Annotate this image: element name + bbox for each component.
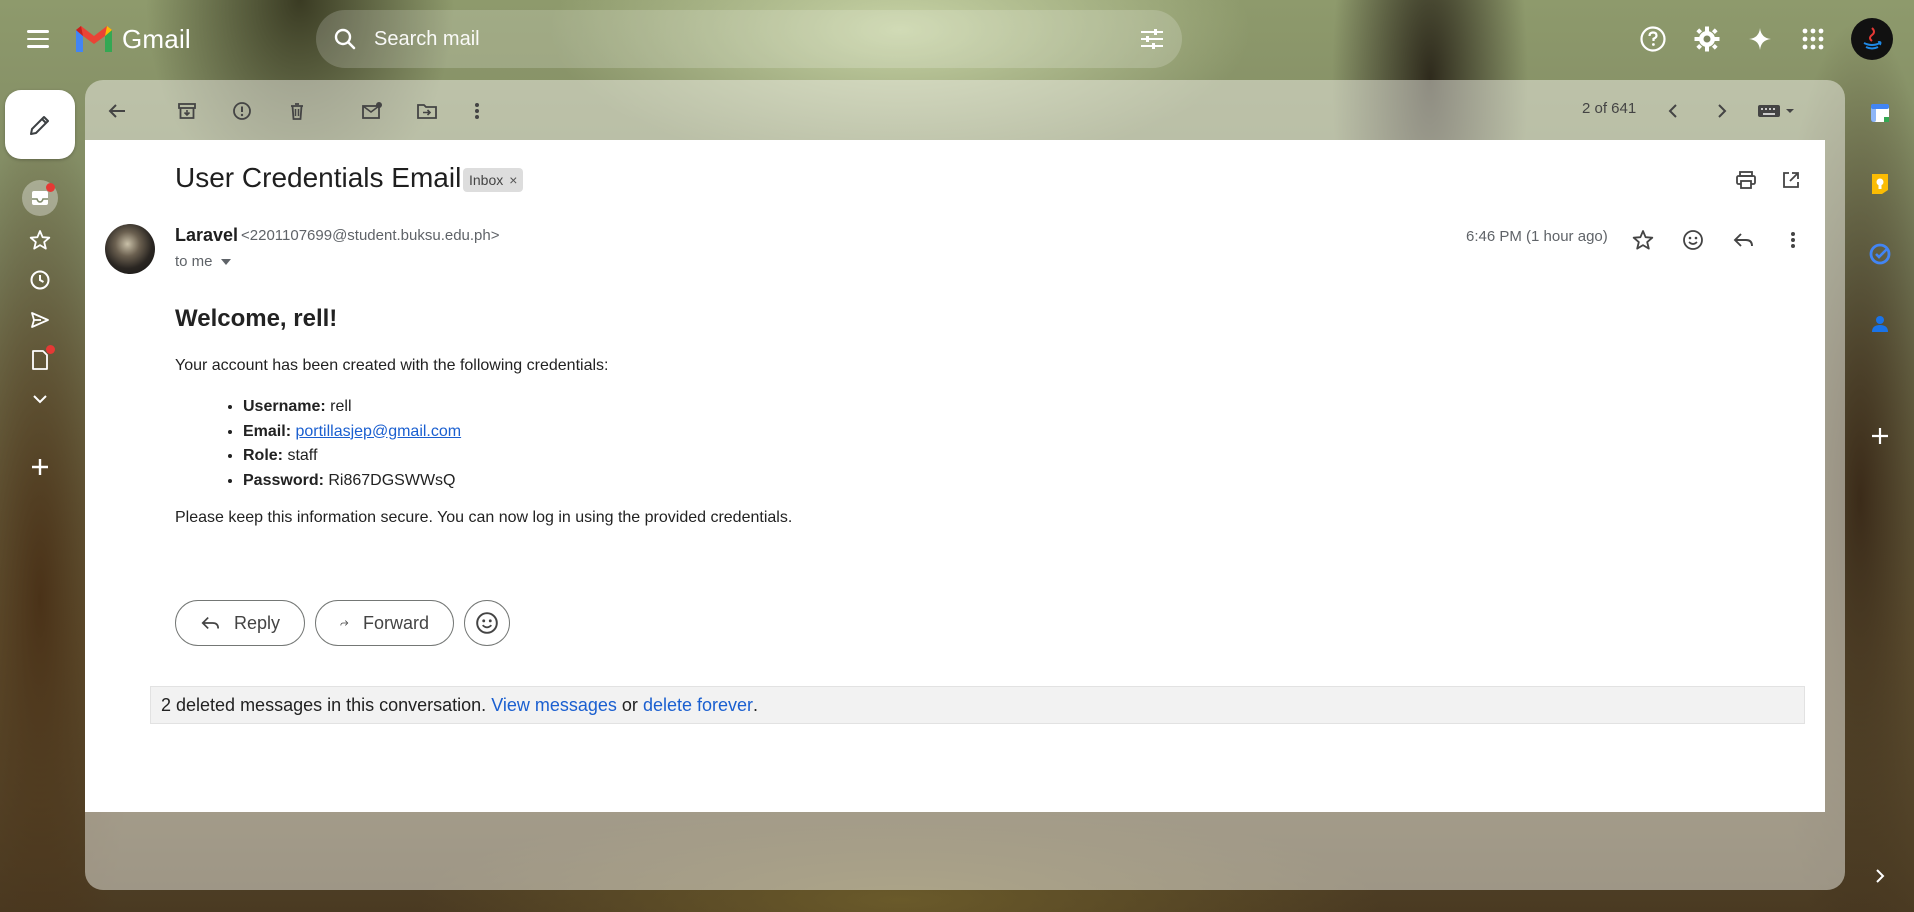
- add-label-icon[interactable]: [22, 449, 58, 485]
- drafts-icon[interactable]: [22, 342, 58, 378]
- contacts-icon[interactable]: [1862, 306, 1898, 342]
- older-icon[interactable]: [1705, 94, 1739, 128]
- credential-email: Email: portillasjep@gmail.com: [243, 420, 792, 445]
- delete-icon[interactable]: [280, 94, 314, 128]
- or-text: or: [621, 694, 638, 715]
- search-options-icon[interactable]: [1122, 10, 1182, 68]
- email-timestamp: 6:46 PM (1 hour ago): [1466, 228, 1608, 245]
- sent-icon[interactable]: [22, 302, 58, 338]
- gemini-icon[interactable]: [1740, 19, 1780, 59]
- starred-icon[interactable]: [22, 222, 58, 258]
- email-outro: Please keep this information secure. You…: [175, 509, 793, 526]
- credential-role: Role: staff: [243, 444, 792, 469]
- report-spam-icon[interactable]: [225, 94, 259, 128]
- inbox-label-chip[interactable]: Inbox ×: [463, 168, 524, 192]
- apps-grid-icon[interactable]: [1793, 19, 1833, 59]
- sender-name[interactable]: Laravel: [175, 225, 238, 246]
- reply-arrow-icon: [201, 616, 220, 630]
- keep-icon[interactable]: [1862, 166, 1898, 202]
- credential-value: Ri867DGSWWsQ: [328, 471, 456, 489]
- unread-dot: [46, 183, 55, 192]
- reply-label: Reply: [233, 612, 280, 633]
- sender-email: <2201107699@student.buksu.edu.ph>: [241, 227, 500, 244]
- reply-icon[interactable]: [1725, 222, 1761, 258]
- account-avatar[interactable]: [1851, 18, 1893, 60]
- snoozed-icon[interactable]: [22, 262, 58, 298]
- support-icon[interactable]: [1633, 19, 1673, 59]
- email-body: Welcome, rell! Your account has been cre…: [175, 305, 792, 527]
- label-chip-text: Inbox: [469, 172, 504, 188]
- more-vert-icon[interactable]: [460, 94, 494, 128]
- deleted-notice-text: 2 deleted messages in this conversation.: [161, 694, 487, 715]
- search-bar: [316, 10, 1182, 68]
- forward-button[interactable]: Forward: [315, 600, 454, 646]
- message-card: User Credentials Email Inbox × Laravel <…: [85, 140, 1825, 812]
- caret-down-icon: [220, 258, 231, 265]
- main-menu-button[interactable]: [20, 22, 60, 56]
- archive-icon[interactable]: [170, 94, 204, 128]
- message-more-icon[interactable]: [1775, 222, 1811, 258]
- deleted-messages-notice: 2 deleted messages in this conversation.…: [150, 686, 1805, 724]
- credential-label: Role:: [243, 447, 283, 464]
- search-icon[interactable]: [316, 10, 374, 68]
- credential-label: Email:: [243, 422, 292, 440]
- remove-label-icon[interactable]: ×: [509, 172, 517, 188]
- app-name: Gmail: [122, 23, 191, 54]
- message-frame: 2 of 641 User Credentials Email Inbox × …: [85, 80, 1845, 890]
- back-icon[interactable]: [100, 94, 134, 128]
- emoji-reaction-button[interactable]: [464, 600, 510, 646]
- recipient-label: to me: [175, 253, 213, 270]
- java-logo-icon: [1863, 27, 1882, 50]
- smiley-icon: [476, 612, 498, 634]
- credential-username: Username: rell: [243, 395, 792, 420]
- search-input[interactable]: [374, 27, 1122, 51]
- more-icon[interactable]: [22, 381, 58, 417]
- compose-button[interactable]: [5, 90, 75, 159]
- sender-avatar[interactable]: [105, 224, 155, 274]
- credential-label: Username:: [243, 398, 326, 415]
- gmail-logo[interactable]: Gmail: [74, 20, 191, 58]
- settings-icon[interactable]: [1687, 19, 1727, 59]
- credential-email-link[interactable]: portillasjep@gmail.com: [295, 423, 461, 440]
- period-text: .: [753, 694, 759, 715]
- credential-value: rell: [330, 398, 352, 415]
- top-bar: Gmail: [0, 0, 1914, 78]
- view-messages-link[interactable]: View messages: [491, 695, 617, 716]
- email-intro: Your account has been created with the f…: [175, 357, 609, 374]
- delete-forever-link[interactable]: delete forever: [643, 695, 753, 716]
- tasks-icon[interactable]: [1862, 236, 1898, 272]
- open-in-new-window-icon[interactable]: [1773, 162, 1809, 198]
- calendar-icon[interactable]: [1862, 95, 1898, 131]
- star-icon[interactable]: [1625, 222, 1661, 258]
- print-icon[interactable]: [1728, 162, 1764, 198]
- forward-label: Forward: [362, 612, 429, 633]
- add-reaction-icon[interactable]: [1675, 222, 1711, 258]
- credentials-list: Username: rell Email: portillasjep@gmail…: [243, 395, 792, 493]
- newer-icon[interactable]: [1656, 94, 1690, 128]
- add-addon-icon[interactable]: [1862, 418, 1898, 454]
- move-to-icon[interactable]: [410, 94, 444, 128]
- message-toolbar: 2 of 641: [85, 80, 1845, 140]
- email-subject: User Credentials Email: [175, 162, 462, 193]
- email-greeting: Welcome, rell!: [175, 305, 338, 332]
- credential-password: Password: Ri867DGSWWsQ: [243, 469, 792, 494]
- expand-panel-icon[interactable]: [1862, 858, 1898, 894]
- drafts-dot: [46, 345, 55, 354]
- compose-pencil-icon: [30, 115, 49, 135]
- forward-arrow-icon: [340, 620, 349, 626]
- pager-count: 2 of 641: [1582, 100, 1637, 117]
- credential-value: staff: [287, 447, 318, 464]
- input-tools-icon[interactable]: [1753, 94, 1801, 128]
- mark-unread-icon[interactable]: [355, 94, 389, 128]
- credential-label: Password:: [243, 471, 324, 489]
- gmail-m-icon: [76, 26, 112, 52]
- recipient-details-toggle[interactable]: to me: [175, 253, 231, 270]
- reply-button[interactable]: Reply: [175, 600, 305, 646]
- inbox-icon[interactable]: [22, 180, 58, 216]
